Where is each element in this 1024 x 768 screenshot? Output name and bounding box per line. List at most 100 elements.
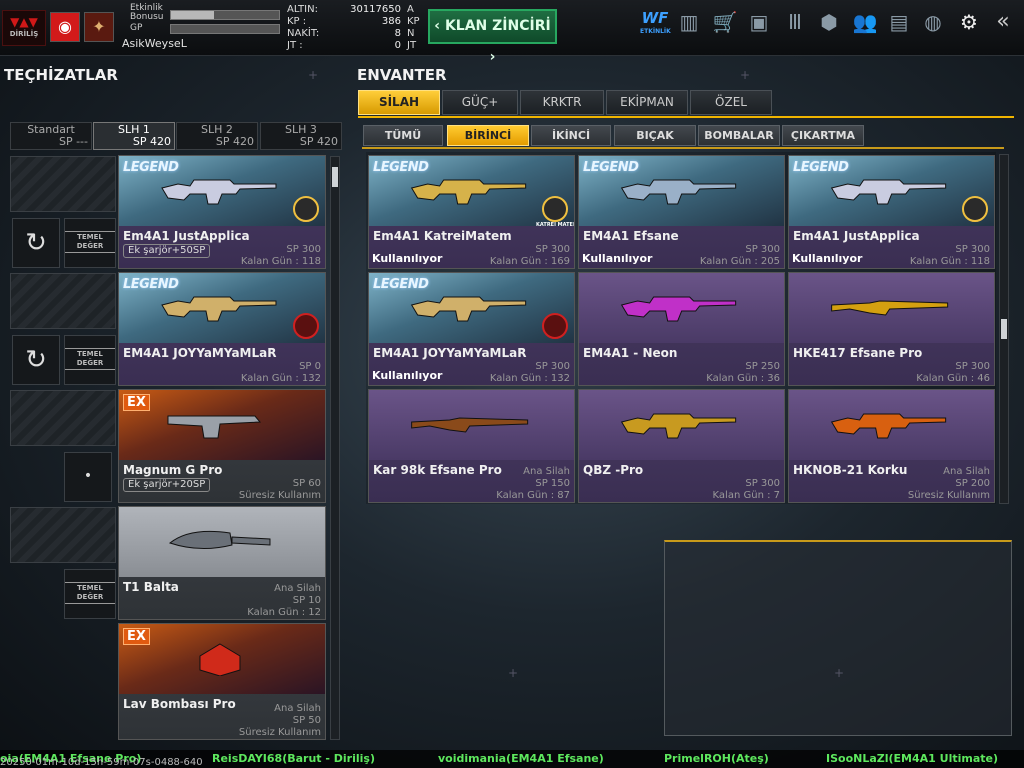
weapon-card[interactable]: LEGEND Em4A1 JustApplica Ek şarjör+50SP SP … <box>118 155 326 269</box>
weapon-image <box>410 296 526 322</box>
weapon-card[interactable]: LEGEND EM4A1 JOYYaMYaMLaR SP 300 Kalan Gün … <box>368 272 575 386</box>
currency-lbl: ALTIN: <box>287 4 318 15</box>
skin-stamp-icon <box>962 196 988 222</box>
weapon-art <box>789 273 994 343</box>
stats-icon[interactable]: ▥ <box>676 8 702 36</box>
weapon-duration: Süresiz Kullanım <box>238 727 321 738</box>
weapon-image <box>161 296 277 322</box>
slot-tab-4[interactable]: SLH 3 SP 420 <box>260 122 342 150</box>
weapon-art <box>789 390 994 460</box>
friends-icon[interactable]: 👥 <box>852 8 878 36</box>
weapon-sp: SP 0 <box>299 361 321 372</box>
subtab-2[interactable]: İKİNCİ <box>531 125 611 146</box>
weapon-name: QBZ -Pro <box>583 463 644 477</box>
weapon-card[interactable]: LEGEND KATREI MATEM Em4A1 KatreiMatem SP 30… <box>368 155 575 269</box>
weapon-sp: SP 50 <box>292 715 321 726</box>
temel-deger-button[interactable]: TEMEL DEĞER <box>64 569 116 619</box>
temel-deger-button[interactable]: TEMEL DEĞER <box>64 335 116 385</box>
ammo-icon[interactable]: Ⅲ <box>782 8 808 36</box>
weapon-art: LEGEND <box>369 273 574 343</box>
subtab-0[interactable]: TÜMÜ <box>363 125 443 146</box>
weapon-duration: Süresiz Kullanım <box>238 490 321 501</box>
weapon-sp: SP 300 <box>955 244 990 255</box>
currency-val: 8 <box>394 28 401 39</box>
refresh-icon[interactable]: ↻ <box>12 218 60 268</box>
clan-chain-button[interactable]: ‹ KLAN ZİNCİRİ › <box>428 9 557 65</box>
currency-unit: N <box>407 28 415 39</box>
rank-badge-icon: ✦ <box>84 12 114 42</box>
weapon-card[interactable]: LEGEND EM4A1 JOYYaMYaMLaR SP 0 Kalan Gün : … <box>118 272 326 386</box>
subtab-4[interactable]: BOMBALAR <box>698 125 780 146</box>
subtab-5[interactable]: ÇIKARTMA <box>782 125 864 146</box>
weapon-card[interactable]: EX Magnum G Pro Ek şarjör+20SP SP 60 Süresiz… <box>118 389 326 503</box>
player-emblem-icon[interactable]: ◉ <box>50 12 80 42</box>
loadout-scrollbar[interactable] <box>330 156 340 740</box>
empty-slot[interactable] <box>10 390 116 446</box>
refresh-icon[interactable]: ↻ <box>12 335 60 385</box>
currency-lbl: KP : <box>287 16 307 27</box>
slot-tab-sp: SP 420 <box>132 135 171 148</box>
slot-dot[interactable]: • <box>64 452 112 502</box>
subtab-3[interactable]: BIÇAK <box>614 125 696 146</box>
weapon-card[interactable]: QBZ -Pro SP 300 Kalan Gün : 7 <box>578 389 785 503</box>
gp-label: GP <box>130 23 143 33</box>
ticker-entry: ReisDAYI68(Barut - Diriliş) <box>212 752 375 765</box>
in-use-label: Kullanılıyor <box>582 252 653 265</box>
legend-badge: LEGEND <box>793 160 849 175</box>
currency-unit: A <box>407 4 414 15</box>
player-name: AsikWeyseL <box>122 37 187 50</box>
tab-ozel[interactable]: ÖZEL <box>690 90 772 115</box>
weapon-image <box>830 300 948 316</box>
weapon-sp: SP 60 <box>292 478 321 489</box>
slot-tab-2[interactable]: SLH 1 SP 420 <box>93 122 175 150</box>
weapon-card[interactable]: LEGEND Em4A1 JustApplica SP 300 Kalan Gün :… <box>788 155 995 269</box>
item-info-panel <box>664 540 1012 736</box>
weapon-art <box>579 273 784 343</box>
weapon-name: Kar 98k Efsane Pro <box>373 463 502 477</box>
subtab-1[interactable]: BİRİNCİ <box>447 125 529 146</box>
weapon-sp: SP 200 <box>955 478 990 489</box>
temel-deger-button[interactable]: TEMEL DEĞER <box>64 218 116 268</box>
box-icon[interactable]: ⬢ <box>816 8 842 36</box>
weapon-card[interactable]: EX Lav Bombası Pro Ana Silah SP 50 Süresiz K… <box>118 623 326 740</box>
tab-krktr[interactable]: KRKTR <box>520 90 604 115</box>
weapon-sp: SP 300 <box>745 478 780 489</box>
weapon-image <box>620 413 736 439</box>
tab-ekipman[interactable]: EKİPMAN <box>606 90 688 115</box>
globe-icon[interactable]: ◍ <box>920 8 946 36</box>
inventory-scrollbar[interactable] <box>999 154 1009 504</box>
weapon-name: EM4A1 JOYYaMYaMLaR <box>373 346 527 360</box>
in-use-label: Kullanılıyor <box>372 369 443 382</box>
ticker-entry: voidimania(EM4A1 Efsane) <box>438 752 604 765</box>
wf-event-logo[interactable]: WF ETKİNLİK <box>640 8 671 36</box>
cart-icon[interactable]: 🛒 <box>712 8 738 36</box>
slot-tab-3[interactable]: SLH 2 SP 420 <box>176 122 258 150</box>
bonus-bar <box>170 10 280 20</box>
gear-icon[interactable]: ⚙ <box>956 8 982 36</box>
slot-tab-1[interactable]: Standart SP --- <box>10 122 92 150</box>
weapon-art: LEGEND <box>119 273 325 343</box>
gp-bar <box>170 24 280 34</box>
weapon-card[interactable]: LEGEND EM4A1 Efsane SP 300 Kalan Gün : 205 K… <box>578 155 785 269</box>
in-use-label: Kullanılıyor <box>792 252 863 265</box>
tab-guc[interactable]: GÜÇ+ <box>442 90 518 115</box>
weapon-card[interactable]: HKNOB-21 Korku Ana Silah SP 200 Süresiz Kul… <box>788 389 995 503</box>
weapon-card[interactable]: T1 Balta Ana Silah SP 10 Kalan Gün : 12 <box>118 506 326 620</box>
currency-val: 0 <box>394 40 401 51</box>
weapon-card[interactable]: Kar 98k Efsane Pro Ana Silah SP 150 Kalan G… <box>368 389 575 503</box>
weapon-card[interactable]: HKE417 Efsane Pro SP 300 Kalan Gün : 46 <box>788 272 995 386</box>
weapon-art: LEGEND KATREI MATEM <box>369 156 574 228</box>
empty-slot[interactable] <box>10 507 116 563</box>
slot-tab-sp: SP --- <box>58 135 88 148</box>
empty-slot[interactable] <box>10 273 116 329</box>
tab-silah[interactable]: SİLAH <box>358 90 440 115</box>
briefcase-icon[interactable]: ▣ <box>746 8 772 36</box>
weapon-card[interactable]: EM4A1 - Neon SP 250 Kalan Gün : 36 <box>578 272 785 386</box>
weapon-duration: Kalan Gün : 118 <box>909 256 990 267</box>
chart-icon[interactable]: ▤ <box>886 8 912 36</box>
skin-stamp-icon <box>542 313 568 339</box>
weapon-image <box>410 417 528 433</box>
back-icon[interactable]: « <box>990 8 1016 36</box>
empty-slot[interactable] <box>10 156 116 212</box>
weapon-duration: Kalan Gün : 36 <box>706 373 780 384</box>
